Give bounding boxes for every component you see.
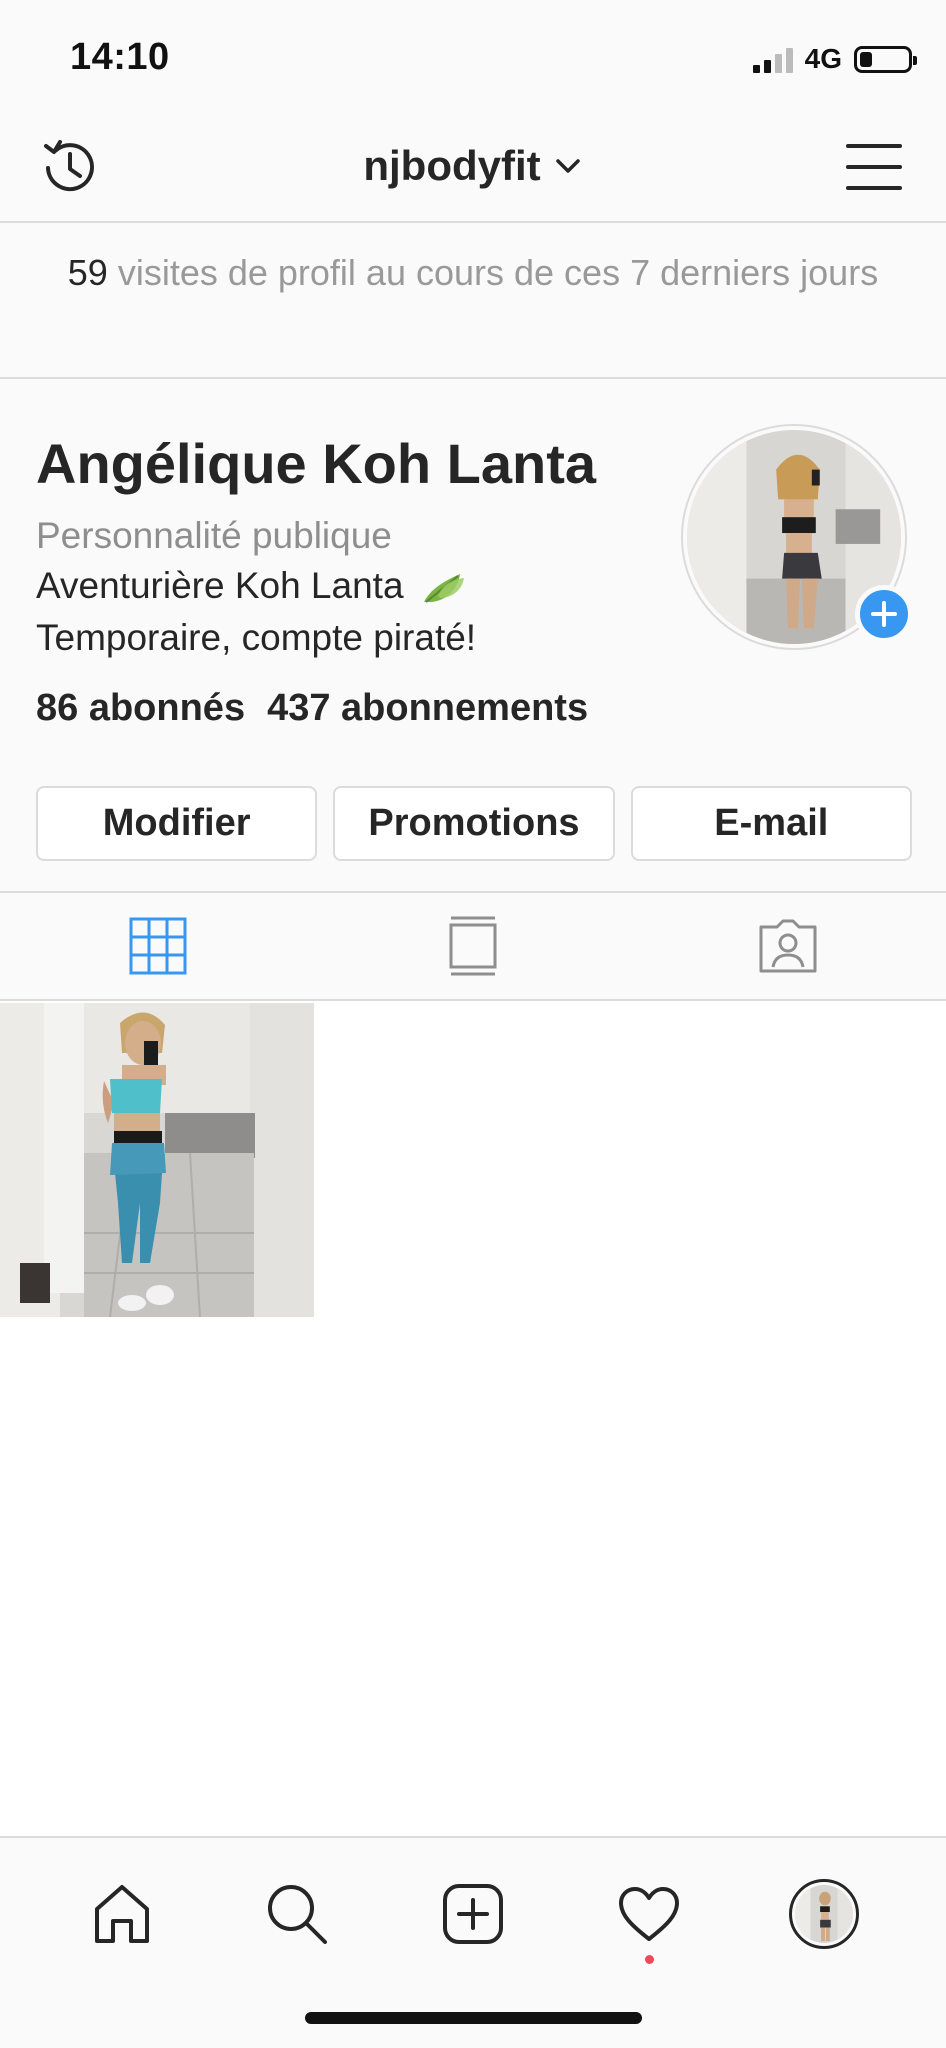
nav-profile[interactable] — [784, 1874, 864, 1954]
followers-count[interactable]: 86 abonnés — [36, 687, 245, 730]
tab-tagged[interactable] — [631, 893, 946, 999]
visits-count: 59 — [67, 252, 108, 293]
profile-stats: 86 abonnés 437 abonnements — [36, 687, 588, 730]
network-label: 4G — [804, 43, 842, 74]
profile-actions: Modifier Promotions E-mail — [36, 786, 912, 861]
display-name: Angélique Koh Lanta — [36, 432, 596, 495]
edit-profile-button[interactable]: Modifier — [36, 786, 318, 861]
profile-category: Personnalité publique — [36, 515, 392, 556]
chevron-down-icon — [555, 159, 580, 173]
status-indicators: 4G — [752, 42, 917, 76]
promotions-button[interactable]: Promotions — [333, 786, 615, 861]
nav-search[interactable] — [257, 1874, 337, 1954]
leaf-icon — [423, 574, 464, 603]
tab-grid[interactable] — [0, 893, 315, 999]
add-story-button[interactable] — [855, 585, 913, 643]
notification-dot — [644, 1955, 654, 1964]
nav-home[interactable] — [82, 1874, 162, 1954]
home-icon — [94, 1885, 149, 1943]
profile-avatar-icon — [789, 1879, 860, 1949]
bio-text-1: Aventurière Koh Lanta — [36, 565, 404, 606]
home-indicator[interactable] — [305, 2012, 642, 2024]
profile-tabs — [0, 891, 946, 1001]
profile-visits-banner[interactable]: 59 visites de profil au cours de ces 7 d… — [0, 223, 946, 379]
menu-icon[interactable] — [846, 142, 902, 192]
profile-header: njbodyfit — [0, 110, 946, 223]
visits-text: visites de profil au cours de ces 7 dern… — [107, 252, 879, 293]
activity-heart-icon — [618, 1887, 679, 1941]
search-icon — [268, 1885, 328, 1944]
plus-icon — [871, 601, 897, 627]
email-button[interactable]: E-mail — [630, 786, 912, 861]
status-time: 14:10 — [70, 36, 170, 78]
username: njbodyfit — [363, 142, 541, 189]
status-bar: 14:10 4G — [0, 0, 946, 110]
following-count[interactable]: 437 abonnements — [267, 687, 588, 730]
tab-igtv[interactable] — [315, 893, 630, 999]
bio-line-2: Temporaire, compte piraté! — [36, 617, 477, 658]
new-post-icon — [442, 1884, 503, 1944]
signal-icon — [752, 45, 793, 73]
battery-icon — [854, 45, 917, 73]
igtv-icon — [449, 916, 497, 976]
grid-icon — [129, 917, 187, 975]
bio-line-1: Aventurière Koh Lanta — [36, 565, 468, 608]
profile-info: Angélique Koh Lanta Personnalité publiqu… — [0, 379, 946, 891]
nav-activity[interactable] — [609, 1874, 689, 1964]
nav-new-post[interactable] — [433, 1874, 513, 1954]
tagged-icon — [759, 919, 817, 973]
account-switcher[interactable]: njbodyfit — [0, 142, 946, 190]
post-thumbnail[interactable] — [0, 1003, 314, 1317]
